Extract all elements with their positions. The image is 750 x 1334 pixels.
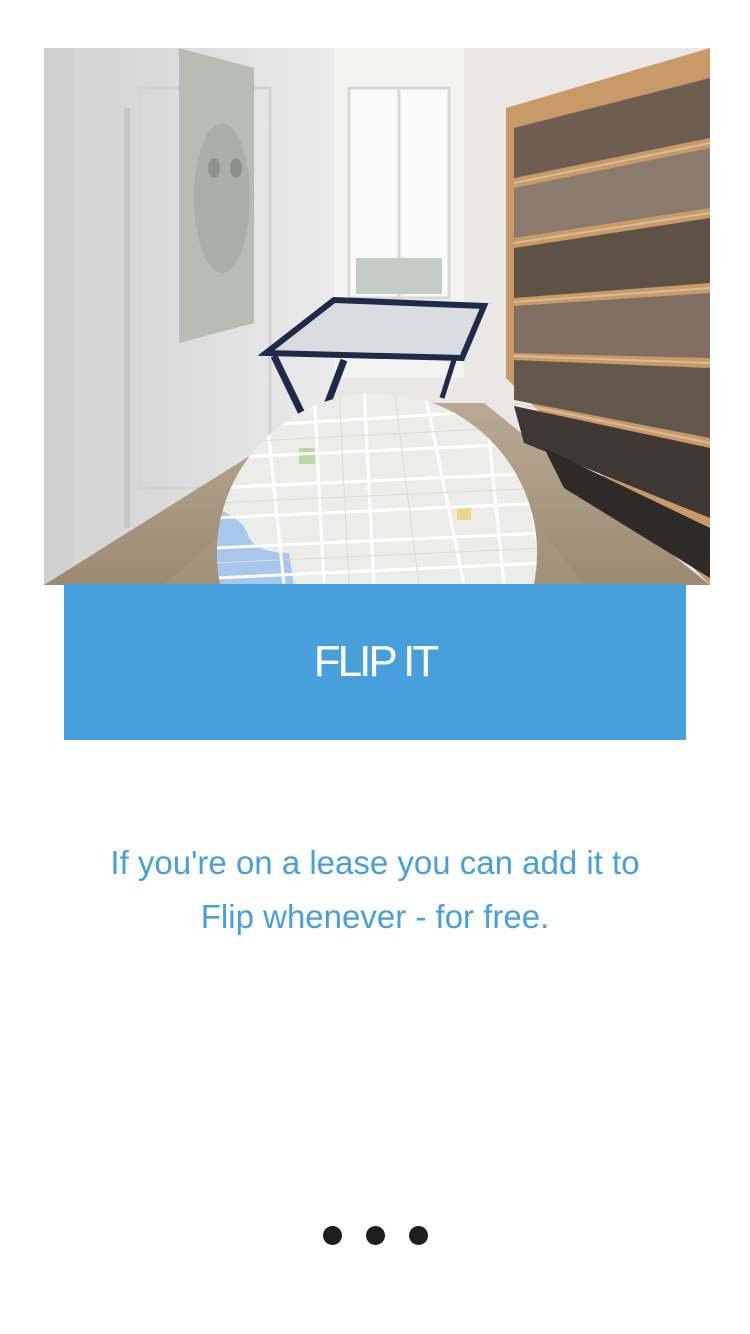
onboarding-screen: FLIP IT If you're on a lease you can add… xyxy=(0,0,750,1334)
flip-it-button[interactable]: FLIP IT xyxy=(64,584,686,740)
description-line-2: Flip whenever - for free. xyxy=(200,898,550,935)
hallway-photo xyxy=(44,48,710,585)
page-dot-2[interactable] xyxy=(365,1226,385,1245)
page-dot-1[interactable] xyxy=(322,1226,342,1245)
flip-it-button-label: FLIP IT xyxy=(313,637,439,686)
page-indicator[interactable] xyxy=(0,1226,750,1246)
description-line-1: If you're on a lease you can add it to xyxy=(110,844,640,881)
onboarding-description: If you're on a lease you can add it to F… xyxy=(60,836,690,944)
hero-image xyxy=(44,48,710,585)
page-dot-3[interactable] xyxy=(408,1226,428,1245)
